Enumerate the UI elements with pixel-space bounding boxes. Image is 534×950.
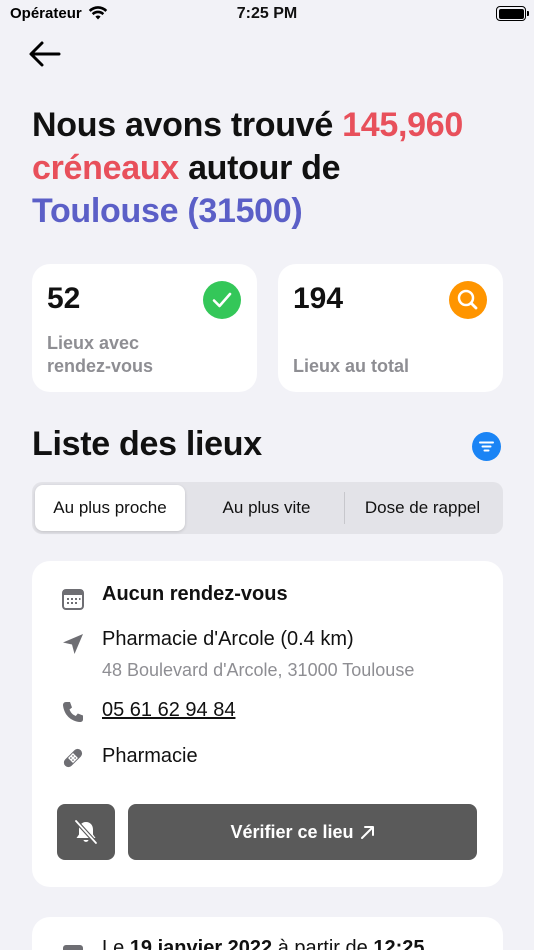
calendar-icon [62,589,84,610]
bandage-icon [63,748,83,768]
status-bar: Opérateur 7:25 PM [0,0,534,28]
place-type: Pharmacie [102,745,198,767]
availability-status: Aucun rendez-vous [102,583,288,605]
next-middle: à partir de [272,937,374,950]
tab-booster-dose[interactable]: Dose de rappel [345,485,500,531]
verify-place-button[interactable]: Vérifier ce lieu [128,804,477,860]
external-arrow-icon [360,826,374,839]
list-title: Liste des lieux [32,425,262,463]
tab-fastest[interactable]: Au plus vite [189,485,344,531]
slot-count: 145,960 [342,106,463,144]
place-card: Aucun rendez-vous Pharmacie d'Arcole (0.… [32,561,503,887]
tab-closest[interactable]: Au plus proche [35,485,185,531]
notify-button[interactable] [57,804,115,860]
status-time: 7:25 PM [236,5,298,22]
headline-around: autour de [178,149,341,187]
bell-slash-icon [74,819,98,845]
stat-value: 194 [293,282,344,315]
phone-icon [63,702,83,722]
headline-text: Nous avons trouvé [32,106,343,144]
search-icon [449,281,487,319]
page-title: Nous avons trouvé 145,960 créneaux autou… [32,104,512,233]
phone-link[interactable]: 05 61 62 94 84 [102,699,235,722]
verify-label: Vérifier ce lieu [230,822,354,842]
place-card: Le 19 janvier 2022 à partir de 12:25 [32,917,503,950]
stat-card-total: 194 Lieux au total [278,264,503,392]
stat-label: Lieux au total [293,356,410,376]
location-label: Toulouse (31500) [32,192,303,230]
place-name: Pharmacie d'Arcole (0.4 km) [102,628,354,650]
location-arrow-icon [63,634,83,654]
stat-value: 52 [47,282,81,315]
next-appointment: Le 19 janvier 2022 à partir de 12:25 [102,937,424,950]
sort-segmented-control: Au plus proche Au plus vite Dose de rapp… [32,482,503,534]
checkmark-icon [203,281,241,319]
battery-icon [496,6,529,21]
next-prefix: Le [102,937,130,950]
stat-card-with-appointments: 52 Lieux avec rendez-vous [32,264,257,392]
next-date: 19 janvier 2022 [129,937,273,950]
next-time: 12:25 [373,937,425,950]
place-address: 48 Boulevard d'Arcole, 31000 Toulouse [102,660,415,680]
calendar-icon [63,945,83,950]
arrow-left-icon[interactable] [28,40,62,68]
slots-word: créneaux [32,149,179,187]
filter-icon[interactable] [472,432,501,461]
stat-label: Lieux avec rendez-vous [47,333,154,376]
